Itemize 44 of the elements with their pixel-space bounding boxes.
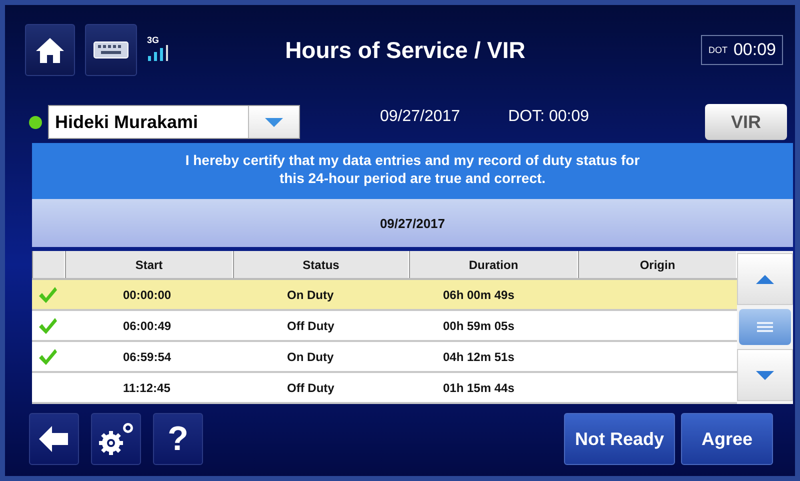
scroll-thumb[interactable]: [739, 309, 791, 345]
table-cell: 00:00:00: [123, 288, 172, 302]
table-cell: On Duty: [287, 288, 334, 302]
table-cell: 06:00:49: [123, 318, 172, 332]
table-cell: Off Duty: [287, 380, 334, 394]
scroll-down-button[interactable]: [737, 349, 793, 401]
back-button[interactable]: [29, 413, 79, 465]
grip-icon: [757, 322, 773, 332]
help-button[interactable]: ?: [153, 413, 203, 465]
log-row[interactable]: 00:00:00 On Duty 06h 00m 49s: [32, 280, 737, 311]
window-title: Hours of Service / VIR: [284, 36, 526, 64]
home-icon: [35, 36, 65, 64]
table-cell: 00h 59m 05s: [443, 318, 514, 332]
down-arrow-icon: [756, 370, 774, 380]
action-button[interactable]: Agree: [681, 413, 773, 465]
column-header: Duration: [409, 251, 578, 278]
certification-banner: I hereby certify that my data entries and my record of duty status for this 24-hour period are true and correct.: [32, 143, 793, 199]
column-header: Start: [65, 251, 233, 278]
column-header: Status: [233, 251, 409, 278]
table-cell: 01h 15m 44s: [443, 380, 514, 394]
table-cell: On Duty: [287, 350, 334, 364]
caret-icon: [265, 118, 283, 126]
table-cell: 06h 00m 49s: [443, 288, 514, 302]
action-button[interactable]: Not Ready: [564, 413, 675, 465]
signal-icon: [147, 45, 169, 61]
home-button[interactable]: [25, 24, 75, 76]
vir-button[interactable]: VIR: [705, 104, 787, 140]
settings-icon: [96, 421, 136, 457]
scroll-up-button[interactable]: [737, 253, 793, 305]
date-label: 09/27/2017: [380, 108, 460, 126]
dot-clock: DOT 00:09: [701, 35, 783, 65]
settings-button[interactable]: [91, 413, 141, 465]
keyboard-icon: [93, 41, 129, 59]
network-label: 3G: [147, 35, 160, 45]
table-cell: Off Duty: [287, 318, 334, 332]
table-cell: 06:59:54: [123, 350, 172, 364]
keyboard-button[interactable]: [85, 24, 137, 76]
table-cell: 04h 12m 51s: [443, 350, 514, 364]
up-arrow-icon: [756, 274, 774, 284]
driver-dropdown[interactable]: Hideki Murakami: [48, 105, 300, 139]
log-date: 09/27/2017: [380, 216, 446, 230]
dot-time-label: DOT: 00:09: [508, 108, 590, 126]
back-arrow-icon: [39, 426, 69, 452]
table-cell: 11:12:45: [123, 380, 170, 394]
